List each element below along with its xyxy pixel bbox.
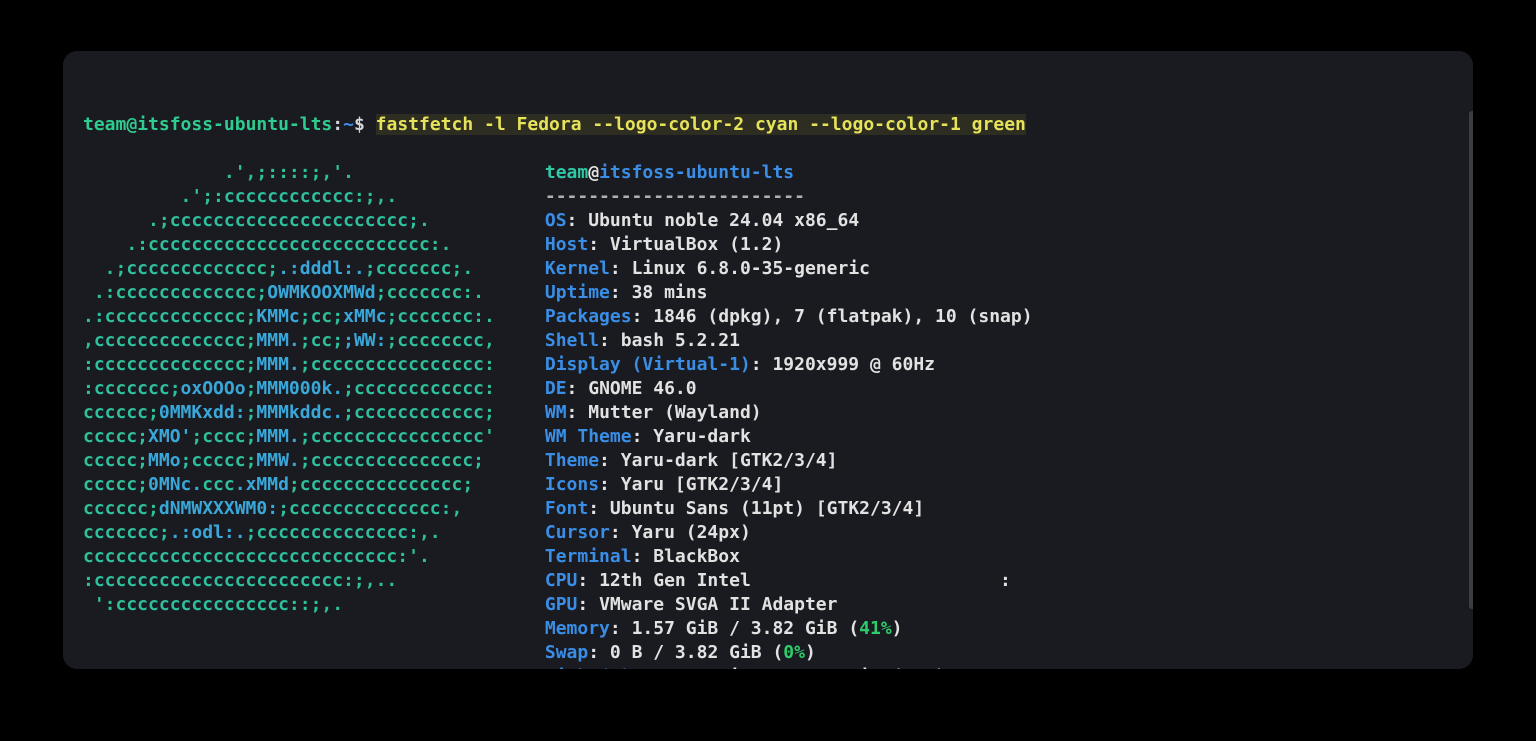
info-host: itsfoss-ubuntu-lts — [599, 162, 794, 183]
info-value: 1846 (dpkg), 7 (flatpak), 10 (snap) — [653, 306, 1032, 327]
info-key: Font — [545, 498, 588, 519]
prompt-symbol: $ — [354, 114, 365, 135]
info-value: BlackBox — [653, 546, 740, 567]
prompt-line: team@itsfoss-ubuntu-lts:~$ fastfetch -l … — [83, 113, 1453, 137]
scrollbar[interactable] — [1469, 111, 1473, 609]
info-value: Ubuntu noble 24.04 x86_64 — [588, 210, 859, 231]
prompt-path: ~ — [343, 114, 354, 135]
info-value: VirtualBox (1.2) — [610, 234, 783, 255]
info-key: Uptime — [545, 282, 610, 303]
info-key: Terminal — [545, 546, 632, 567]
fastfetch-output: .',;::::;,'. .';:cccccccccccc:;,. .;cccc… — [83, 137, 1453, 669]
info-key: GPU — [545, 594, 578, 615]
info-value: bash 5.2.21 — [621, 330, 740, 351]
info-key: Packages — [545, 306, 632, 327]
info-key: Kernel — [545, 258, 610, 279]
command-text: fastfetch -l Fedora --logo-color-2 cyan … — [376, 114, 1026, 135]
info-value: 38 mins — [632, 282, 708, 303]
info-value: Ubuntu Sans (11pt) [GTK2/3/4] — [610, 498, 924, 519]
info-value: 12th Gen Intel : — [599, 570, 1011, 591]
info-key: DE — [545, 378, 567, 399]
ascii-logo: .',;::::;,'. .';:cccccccccccc:;,. .;cccc… — [83, 137, 495, 669]
info-key: Cursor — [545, 522, 610, 543]
info-key: WM — [545, 402, 567, 423]
info-key: Theme — [545, 450, 599, 471]
prompt-host: itsfoss-ubuntu-lts — [137, 114, 332, 135]
info-key: OS — [545, 210, 567, 231]
info-value: Yaru (24px) — [632, 522, 751, 543]
info-key: CPU — [545, 570, 578, 591]
info-user: team — [545, 162, 588, 183]
info-value: Mutter (Wayland) — [588, 402, 761, 423]
info-key: Host — [545, 234, 588, 255]
info-value: VMware SVGA II Adapter — [599, 594, 837, 615]
info-key: Display (Virtual-1) — [545, 354, 751, 375]
memory-percent: 41% — [859, 618, 892, 639]
terminal-window[interactable]: team@itsfoss-ubuntu-lts:~$ fastfetch -l … — [63, 51, 1473, 669]
info-key: Swap — [545, 642, 588, 663]
swap-percent: 0% — [783, 642, 805, 663]
info-key: Disk (/) — [545, 666, 632, 669]
system-info: team@itsfoss-ubuntu-lts ----------------… — [545, 137, 1033, 669]
info-key: WM Theme — [545, 426, 632, 447]
info-value: Yaru-dark — [653, 426, 751, 447]
info-value: Linux 6.8.0-35-generic — [632, 258, 870, 279]
info-key: Icons — [545, 474, 599, 495]
info-value: GNOME 46.0 — [588, 378, 696, 399]
info-separator: ------------------------ — [545, 186, 805, 207]
info-value: Yaru-dark [GTK2/3/4] — [621, 450, 838, 471]
disk-percent: 55% — [903, 666, 936, 669]
info-key: Memory — [545, 618, 610, 639]
prompt-user: team — [83, 114, 126, 135]
info-key: Shell — [545, 330, 599, 351]
info-value: Yaru [GTK2/3/4] — [621, 474, 784, 495]
info-value: 1920x999 @ 60Hz — [772, 354, 935, 375]
